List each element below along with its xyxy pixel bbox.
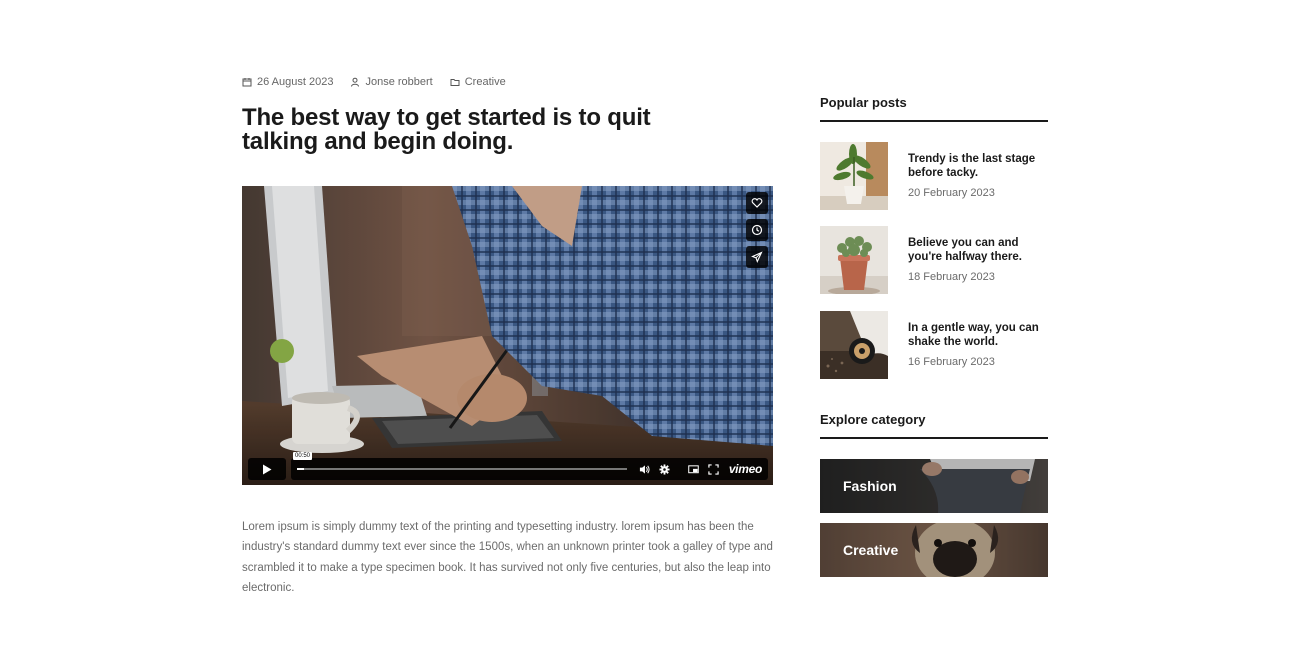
meta-category[interactable]: Creative (450, 76, 506, 88)
play-icon (263, 464, 272, 474)
meta-author[interactable]: Jonse robbert (350, 76, 433, 88)
play-button[interactable] (248, 458, 286, 480)
post-thumbnail[interactable] (820, 311, 888, 379)
post-title[interactable]: In a gentle way, you can shake the world… (908, 322, 1048, 349)
clock-icon (751, 224, 763, 236)
user-icon (351, 77, 360, 87)
video-controls: 00:50 vimeo (248, 452, 768, 480)
settings-button[interactable] (658, 462, 672, 476)
video-control-bar: 00:50 vimeo (291, 452, 768, 480)
video-player[interactable]: 00:50 vimeo (242, 186, 773, 485)
fullscreen-button[interactable] (707, 462, 721, 476)
volume-icon (640, 464, 650, 474)
popular-post-2[interactable]: Believe you can and you're halfway there… (820, 226, 1048, 294)
article-date: 26 August 2023 (257, 76, 334, 88)
category-fashion[interactable]: Fashion (820, 459, 1048, 513)
video-progress-bar[interactable]: 00:50 (293, 452, 627, 470)
video-frame (242, 186, 773, 485)
heart-icon (751, 198, 763, 208)
article-title: The best way to get started is to quit t… (242, 104, 651, 155)
post-title[interactable]: Believe you can and you're halfway there… (908, 237, 1048, 264)
video-side-actions (746, 192, 768, 273)
post-info: Believe you can and you're halfway there… (908, 226, 1048, 294)
volume-button[interactable] (638, 462, 652, 476)
article-author[interactable]: Jonse robbert (365, 76, 432, 88)
article-category[interactable]: Creative (465, 76, 506, 88)
settings-icon (659, 463, 670, 475)
post-title[interactable]: Trendy is the last stage before tacky. (908, 153, 1048, 180)
video-progress-fill (297, 468, 304, 470)
post-thumbnail[interactable] (820, 226, 888, 294)
category-creative[interactable]: Creative (820, 523, 1048, 577)
pip-button[interactable] (687, 462, 701, 476)
video-time: 00:50 (293, 452, 313, 460)
category-label[interactable]: Creative (843, 542, 898, 558)
post-info: In a gentle way, you can shake the world… (908, 311, 1048, 379)
vimeo-logo[interactable]: vimeo (729, 462, 762, 476)
article-body: Lorem ipsum is simply dummy text of the … (242, 521, 773, 594)
popular-posts-heading: Popular posts (820, 95, 1048, 122)
explore-category-heading: Explore category (820, 412, 1048, 439)
post-date: 18 February 2023 (908, 271, 995, 283)
calendar-icon (242, 78, 252, 87)
share-button[interactable] (746, 246, 768, 268)
post-date: 20 February 2023 (908, 187, 995, 199)
popular-post-3[interactable]: In a gentle way, you can shake the world… (820, 311, 1048, 379)
post-thumbnail[interactable] (820, 142, 888, 210)
fullscreen-icon (708, 463, 719, 475)
send-icon (751, 251, 763, 263)
popular-post-1[interactable]: Trendy is the last stage before tacky. 2… (820, 142, 1048, 210)
category-label[interactable]: Fashion (843, 478, 897, 494)
folder-icon (450, 79, 460, 86)
like-button[interactable] (746, 192, 768, 214)
meta-date: 26 August 2023 (242, 76, 333, 88)
watch-later-button[interactable] (746, 219, 768, 241)
pip-icon (688, 464, 700, 473)
post-info: Trendy is the last stage before tacky. 2… (908, 142, 1048, 210)
post-date: 16 February 2023 (908, 356, 995, 368)
article-meta: 26 August 2023 Jonse robbert Creative (242, 76, 523, 88)
